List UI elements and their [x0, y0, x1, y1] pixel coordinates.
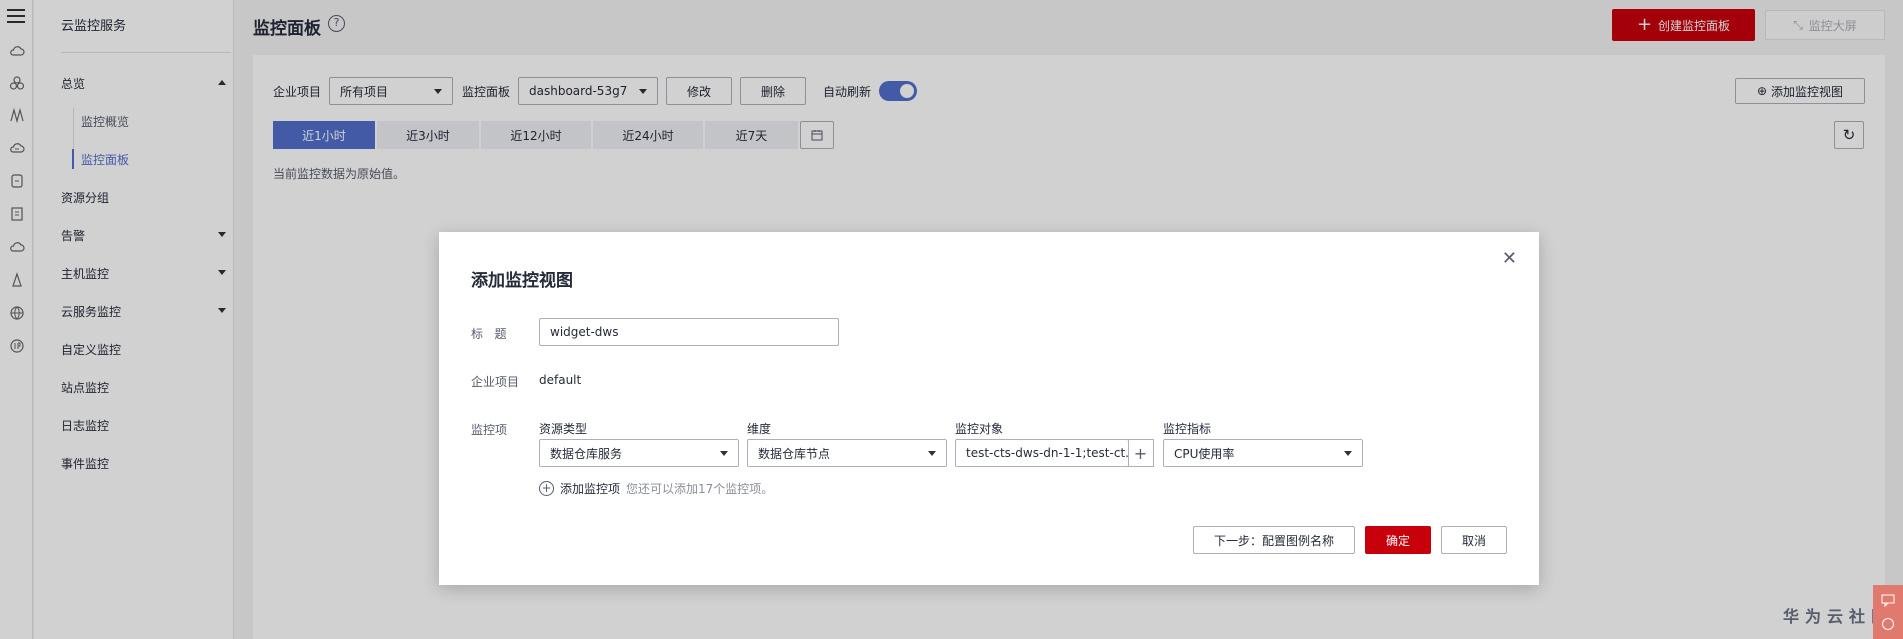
monitored-object-header: 监控对象 [955, 422, 1004, 436]
cancel-button[interactable]: 取消 [1441, 526, 1507, 554]
help-circle-icon[interactable] [1881, 617, 1895, 631]
title-input[interactable]: widget-dws [539, 318, 839, 346]
close-icon[interactable]: ✕ [1502, 248, 1517, 269]
add-metric-link[interactable]: 添加监控项 [560, 480, 620, 497]
add-object-button[interactable]: + [1128, 439, 1154, 467]
indicator-header: 监控指标 [1163, 422, 1212, 436]
feedback-panel[interactable] [1873, 585, 1903, 639]
add-circle-icon[interactable]: + [539, 481, 554, 496]
chat-icon[interactable] [1881, 593, 1895, 607]
dimension-header: 维度 [747, 422, 772, 436]
add-metric-hint: 您还可以添加17个监控项。 [626, 482, 774, 496]
next-configure-legend-button[interactable]: 下一步：配置图例名称 [1193, 526, 1355, 554]
caret-down-icon [928, 451, 936, 456]
indicator-value: CPU使用率 [1174, 446, 1235, 461]
dimension-select[interactable]: 数据仓库节点 [747, 439, 947, 467]
caret-down-icon [720, 451, 728, 456]
monitored-object-value: test-cts-dws-dn-1-1;test-ct... [966, 446, 1129, 460]
confirm-button[interactable]: 确定 [1365, 526, 1431, 554]
enterprise-project-label: 企业项目 [471, 375, 520, 389]
add-metric-item: + 添加监控项 您还可以添加17个监控项。 [539, 480, 773, 497]
indicator-select[interactable]: CPU使用率 [1163, 439, 1363, 467]
resource-type-header: 资源类型 [539, 422, 588, 436]
dialog-title: 添加监控视图 [471, 271, 573, 291]
caret-down-icon [1344, 451, 1352, 456]
monitored-object-input[interactable]: test-cts-dws-dn-1-1;test-ct... [955, 439, 1129, 467]
add-monitoring-view-dialog: 添加监控视图 ✕ 标 题 widget-dws 企业项目 default 监控项… [439, 232, 1539, 585]
dimension-value: 数据仓库节点 [758, 446, 831, 461]
metric-label: 监控项 [471, 423, 508, 437]
resource-type-value: 数据仓库服务 [550, 446, 623, 461]
title-label: 标 题 [471, 327, 507, 341]
enterprise-project-value: default [539, 373, 582, 387]
resource-type-select[interactable]: 数据仓库服务 [539, 439, 739, 467]
